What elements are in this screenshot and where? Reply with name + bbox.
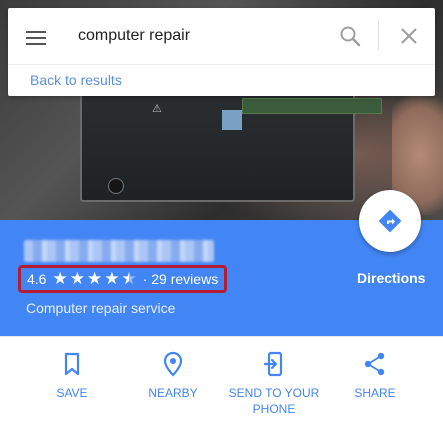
close-icon[interactable] — [398, 25, 420, 47]
bookmark-icon — [64, 352, 80, 376]
search-input[interactable] — [78, 24, 318, 48]
half-star-icon: ★ — [121, 268, 137, 289]
search-divider — [378, 20, 379, 50]
search-card: Back to results — [8, 8, 435, 96]
save-button[interactable]: SAVE — [22, 351, 122, 401]
rating-value: 4.6 — [27, 271, 47, 287]
send-to-phone-icon — [263, 351, 283, 377]
place-category: Computer repair service — [26, 300, 176, 316]
directions-label[interactable]: Directions — [357, 270, 425, 286]
share-icon — [364, 352, 385, 376]
back-to-results-link[interactable]: Back to results — [30, 72, 122, 88]
search-icon[interactable] — [338, 24, 362, 48]
send-to-phone-label: SEND TO YOUR PHONE — [228, 386, 320, 416]
star-icon: ★ — [104, 268, 120, 289]
star-icon: ★ — [69, 268, 85, 289]
screw-hole — [108, 178, 124, 194]
rating-row[interactable]: 4.6 ★ ★ ★ ★ ★ · 29 reviews — [18, 265, 228, 293]
directions-button[interactable] — [359, 190, 421, 252]
search-card-divider — [8, 64, 435, 65]
action-bar: SAVE NEARBY SEND TO YOUR PHONE SHARE — [0, 336, 443, 429]
star-icon: ★ — [52, 268, 68, 289]
place-name-redacted — [24, 240, 214, 262]
nearby-button[interactable]: NEARBY — [123, 351, 223, 401]
reviews-link[interactable]: · 29 reviews — [143, 271, 218, 287]
share-label: SHARE — [354, 386, 396, 400]
rating-stars: ★ ★ ★ ★ ★ — [52, 268, 137, 289]
menu-icon[interactable] — [26, 26, 50, 50]
battery-sticker — [222, 110, 242, 130]
directions-icon — [378, 209, 402, 233]
warning-icon: ⚠ — [152, 102, 162, 115]
star-icon: ★ — [86, 268, 103, 289]
save-label: SAVE — [56, 386, 88, 400]
send-to-phone-button[interactable]: SEND TO YOUR PHONE — [224, 351, 324, 417]
laptop-battery-panel: ⚠ — [80, 90, 382, 202]
place-info-panel: 4.6 ★ ★ ★ ★ ★ · 29 reviews Computer repa… — [0, 190, 443, 336]
nearby-label: NEARBY — [148, 386, 198, 400]
circuit-board — [242, 98, 382, 114]
share-button[interactable]: SHARE — [325, 351, 425, 401]
location-pin-icon — [163, 351, 183, 377]
